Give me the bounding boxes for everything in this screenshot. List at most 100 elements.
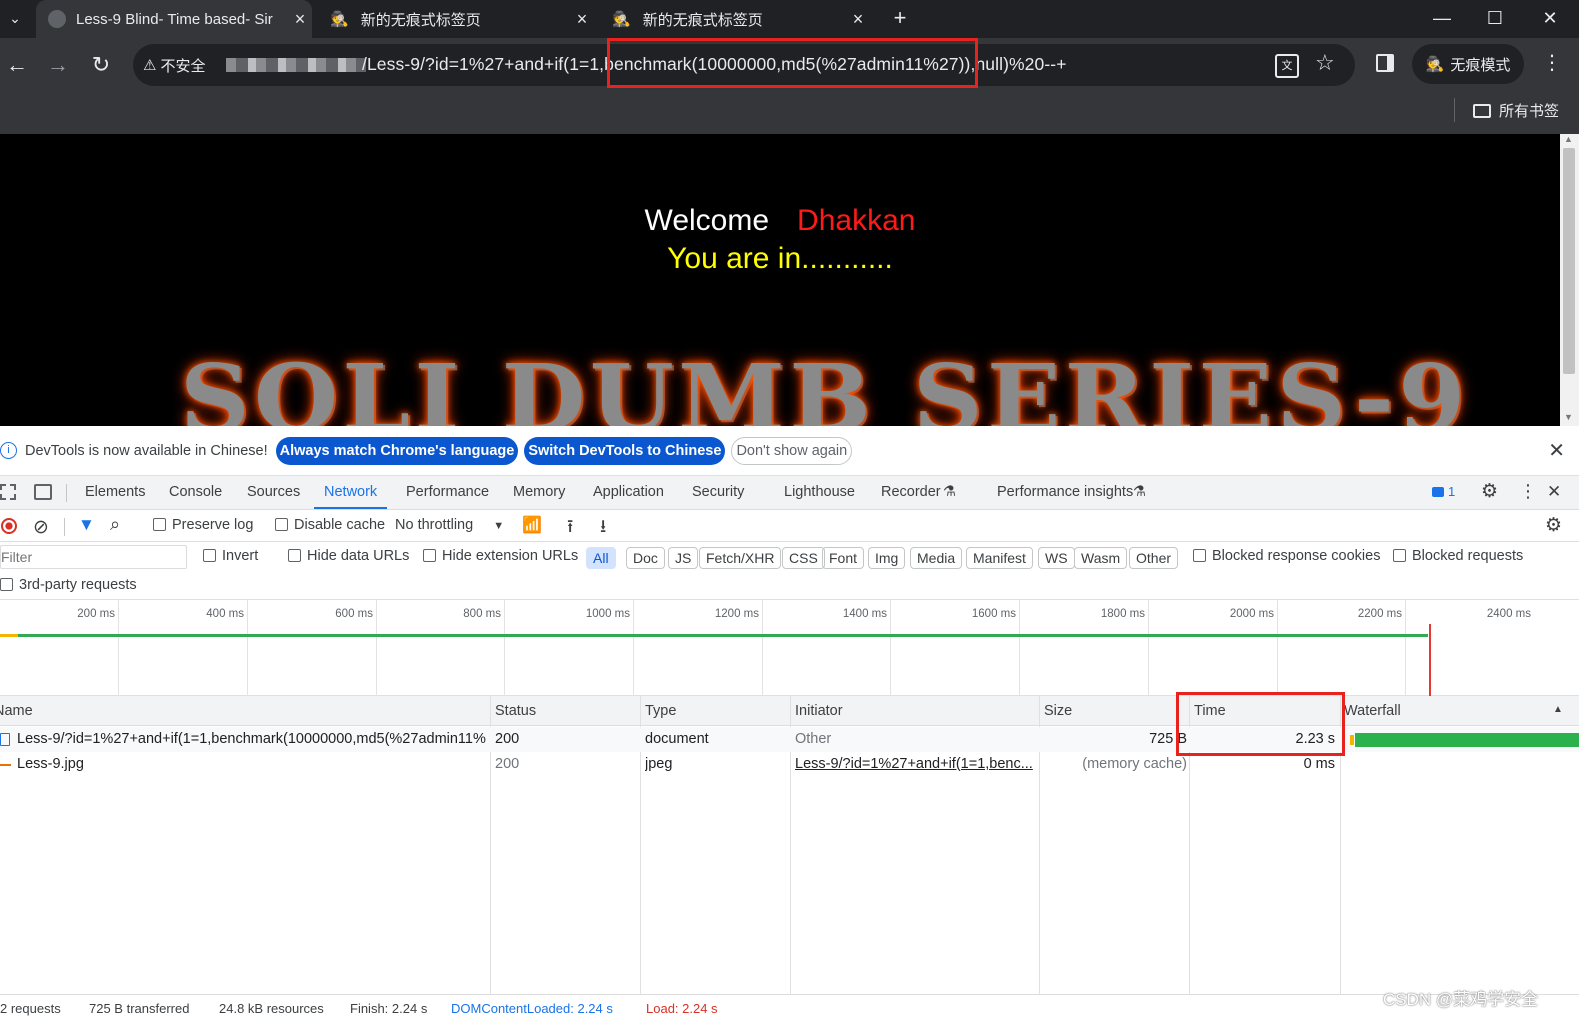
filter-css[interactable]: CSS [782, 547, 825, 569]
forward-icon[interactable]: → [43, 50, 73, 80]
preserve-log-checkbox[interactable]: Preserve log [153, 517, 253, 533]
switch-language-button[interactable]: Switch DevTools to Chinese [524, 436, 726, 465]
disable-cache-checkbox[interactable]: Disable cache [275, 517, 385, 533]
minimize-icon[interactable]: — [1427, 4, 1457, 32]
bookmark-star-icon[interactable]: ☆ [1315, 50, 1335, 76]
tabbar-divider [66, 484, 67, 502]
reload-icon[interactable]: ↻ [86, 50, 116, 80]
issues-badge[interactable]: 1 [1432, 484, 1455, 499]
devtools-close-icon[interactable]: ✕ [1547, 482, 1561, 502]
tab-incognito-1[interactable]: 🕵 新的无痕式标签页 × [318, 0, 594, 38]
filter-media[interactable]: Media [910, 547, 963, 569]
tab-performance[interactable]: Performance [406, 476, 489, 509]
third-party-checkbox[interactable]: 3rd-party requests [0, 577, 137, 593]
search-icon[interactable]: ⌕ [110, 514, 120, 535]
device-toolbar-icon[interactable] [34, 484, 52, 500]
invert-checkbox[interactable]: Invert [203, 548, 258, 564]
hide-data-urls-checkbox[interactable]: Hide data URLs [288, 548, 409, 564]
dont-show-again-button[interactable]: Don't show again [731, 436, 853, 465]
security-indicator[interactable]: ⚠ 不安全 [143, 52, 205, 78]
translate-icon[interactable]: 文 [1275, 54, 1299, 78]
maximize-icon[interactable]: ☐ [1480, 4, 1510, 32]
request-name[interactable]: Less-9/?id=1%27+and+if(1=1,benchmark(100… [17, 727, 487, 752]
page-scrollbar[interactable]: ▲ ▼ [1560, 134, 1579, 426]
sort-ascending-icon[interactable]: ▲ [1553, 704, 1563, 715]
blocked-cookies-checkbox[interactable]: Blocked response cookies [1193, 548, 1380, 564]
filter-input[interactable] [0, 545, 187, 569]
browser-menu-icon[interactable]: ⋮ [1542, 50, 1562, 75]
tab-sources[interactable]: Sources [247, 476, 300, 509]
column-type[interactable]: Type [640, 696, 676, 726]
hide-data-urls-label: Hide data URLs [307, 548, 410, 564]
checkbox-box [423, 549, 436, 562]
inspect-element-icon[interactable] [0, 484, 16, 500]
folder-icon [1472, 103, 1491, 118]
tab-console[interactable]: Console [169, 476, 222, 509]
match-language-button[interactable]: Always match Chrome's language [275, 436, 519, 465]
back-icon[interactable]: ← [2, 50, 32, 80]
all-bookmarks-button[interactable]: 所有书签 [1472, 100, 1559, 121]
column-name[interactable]: Name [0, 696, 33, 726]
tab-application[interactable]: Application [593, 476, 664, 509]
window-close-icon[interactable]: ✕ [1535, 4, 1565, 32]
tab-recorder[interactable]: Recorder [881, 476, 941, 509]
close-tab-icon[interactable]: × [288, 9, 312, 30]
tab-less9[interactable]: Less-9 Blind- Time based- Sir × [36, 0, 312, 38]
filter-funnel-icon[interactable]: ▼ [78, 515, 95, 535]
scroll-down-icon[interactable]: ▼ [1564, 412, 1573, 422]
close-tab-icon[interactable]: × [846, 9, 870, 30]
throttling-select[interactable]: No throttling ▼ [395, 517, 504, 533]
tab-incognito-2[interactable]: 🕵 新的无痕式标签页 × [600, 0, 870, 38]
infobar-close-icon[interactable]: ✕ [1548, 438, 1565, 463]
scroll-thumb[interactable] [1563, 148, 1575, 374]
request-initiator-link[interactable]: Less-9/?id=1%27+and+if(1=1,benc... [795, 752, 1035, 777]
record-stop-icon[interactable] [1, 518, 17, 534]
waterfall-waiting-mark [1350, 735, 1354, 745]
network-settings-icon[interactable]: ⚙ [1545, 514, 1562, 537]
timeline-tick-label: 2200 ms [1357, 608, 1402, 620]
filter-js[interactable]: JS [668, 547, 699, 569]
timeline-gridline [1019, 600, 1020, 696]
filter-doc[interactable]: Doc [626, 547, 665, 569]
tab-search-chevron-icon[interactable]: ⌄ [4, 6, 26, 30]
filter-other[interactable]: Other [1129, 547, 1179, 569]
request-name[interactable]: Less-9.jpg [17, 752, 487, 777]
new-tab-button[interactable]: + [886, 4, 914, 32]
filter-manifest[interactable]: Manifest [966, 547, 1033, 569]
filter-row: Invert Hide data URLs Hide extension URL… [0, 542, 1579, 572]
devtools-menu-icon[interactable]: ⋮ [1519, 481, 1537, 502]
close-tab-icon[interactable]: × [570, 9, 594, 30]
tab-lighthouse[interactable]: Lighthouse [784, 476, 855, 509]
tab-performance-insights[interactable]: Performance insights [997, 476, 1133, 509]
filter-img[interactable]: Img [868, 547, 906, 569]
hide-extension-urls-checkbox[interactable]: Hide extension URLs [423, 548, 578, 564]
filter-wasm[interactable]: Wasm [1074, 547, 1128, 569]
timeline-request-bar [18, 634, 1428, 637]
filter-ws[interactable]: WS [1038, 547, 1075, 569]
export-har-icon[interactable]: ⭳ [600, 514, 606, 544]
filter-all[interactable]: All [586, 547, 616, 569]
import-har-icon[interactable]: ⭱ [567, 514, 573, 544]
timeline-gridline [633, 600, 634, 696]
tab-security[interactable]: Security [692, 476, 744, 509]
side-panel-icon[interactable] [1376, 54, 1394, 72]
blocked-requests-checkbox[interactable]: Blocked requests [1393, 548, 1523, 564]
checkbox-box [203, 549, 216, 562]
timeline-tick-label: 400 ms [206, 608, 244, 620]
tab-memory[interactable]: Memory [513, 476, 565, 509]
filter-font[interactable]: Font [822, 547, 865, 569]
column-size[interactable]: Size [1039, 696, 1072, 726]
settings-gear-icon[interactable]: ⚙ [1481, 480, 1498, 503]
column-initiator[interactable]: Initiator [790, 696, 843, 726]
scroll-up-icon[interactable]: ▲ [1564, 134, 1573, 144]
third-party-row: 3rd-party requests [0, 572, 1579, 600]
column-status[interactable]: Status [490, 696, 536, 726]
incognito-badge[interactable]: 🕵 无痕模式 [1412, 44, 1524, 84]
tab-elements[interactable]: Elements [85, 476, 145, 509]
clear-icon[interactable]: ⊘ [33, 516, 49, 539]
timeline-overview[interactable]: 200 ms 400 ms 600 ms 800 ms 1000 ms 1200… [0, 600, 1579, 696]
filter-fetch-xhr[interactable]: Fetch/XHR [699, 547, 782, 569]
tab-network[interactable]: Network [314, 476, 388, 509]
column-waterfall[interactable]: Waterfall [1340, 696, 1401, 726]
network-conditions-icon[interactable]: 📶 [522, 515, 542, 535]
